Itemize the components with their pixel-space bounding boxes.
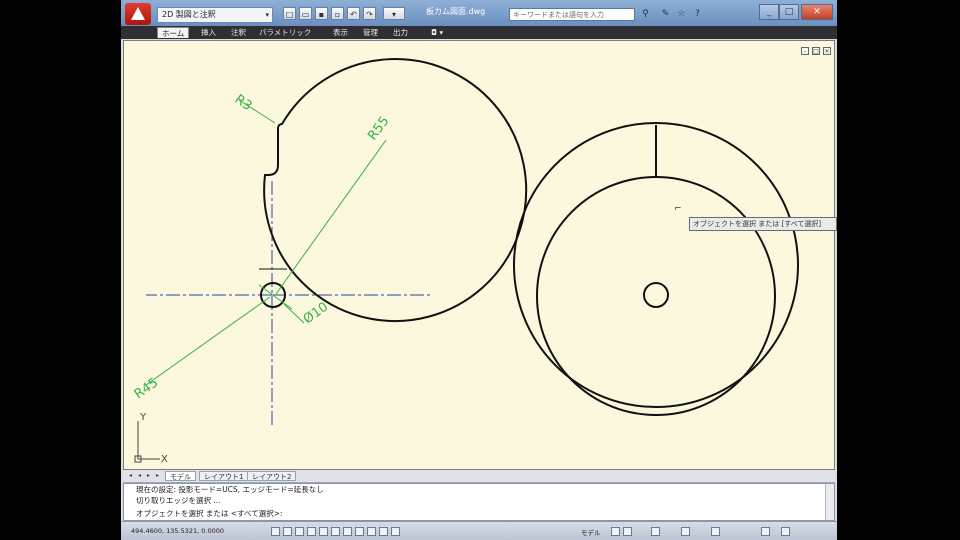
- last-tab-icon[interactable]: ▸: [154, 472, 161, 480]
- title-bar: 2D 製図と注釈 ▾ □ ▭ ▪ ▫ ↶ ↷ ▾ 板カム図面.dwg キーワード…: [121, 0, 837, 27]
- cam-profile[interactable]: [263, 58, 528, 323]
- tab-output[interactable]: 出力: [389, 27, 412, 38]
- wrench-icon[interactable]: ✎: [659, 8, 672, 21]
- close-button[interactable]: ✕: [801, 4, 833, 20]
- command-prompt[interactable]: オブジェクトを選択 または <すべて選択>:: [136, 509, 283, 519]
- maximize-button[interactable]: □: [779, 4, 799, 20]
- tab-parametric[interactable]: パラメトリック: [255, 27, 315, 38]
- quick-properties-icon[interactable]: [391, 527, 400, 536]
- d10-leader: [258, 284, 293, 310]
- annotation-scale-icon[interactable]: [651, 527, 660, 536]
- workspace-switch-icon[interactable]: [711, 527, 720, 536]
- selection-tooltip: オブジェクトを選択 または [すべて選択]: [689, 217, 837, 231]
- side-shaft-hole[interactable]: [643, 282, 669, 308]
- ucs-x-label: X: [161, 454, 168, 465]
- undo-icon[interactable]: ↶: [347, 7, 360, 20]
- workspace-dropdown[interactable]: 2D 製図と注釈 ▾: [157, 7, 273, 23]
- clean-screen-icon[interactable]: [781, 527, 790, 536]
- star-icon[interactable]: ☆: [675, 8, 688, 21]
- tab-manage[interactable]: 管理: [359, 27, 382, 38]
- quick-view-layouts-icon[interactable]: [611, 527, 620, 536]
- ucs-icon: Y X: [134, 412, 168, 465]
- lineweight-icon[interactable]: [367, 527, 376, 536]
- autocad-window: 2D 製図と注釈 ▾ □ ▭ ▪ ▫ ↶ ↷ ▾ 板カム図面.dwg キーワード…: [121, 0, 837, 540]
- qa-dropdown-icon[interactable]: ▾: [383, 7, 405, 20]
- minimize-button[interactable]: _: [759, 4, 779, 20]
- chevron-down-icon: ▾: [265, 11, 269, 19]
- otrack-icon[interactable]: [331, 527, 340, 536]
- help-icon[interactable]: ?: [691, 8, 704, 21]
- lock-icon[interactable]: [761, 527, 770, 536]
- dim-r55[interactable]: R55: [365, 114, 392, 143]
- r45-leader: [145, 296, 271, 386]
- annotation-visibility-icon[interactable]: [681, 527, 690, 536]
- command-history-line: 切り取りエッジを選択 ...: [136, 496, 221, 505]
- snap-icon[interactable]: [271, 527, 280, 536]
- open-icon[interactable]: ▭: [299, 7, 312, 20]
- dyn-icon[interactable]: [355, 527, 364, 536]
- cam-front-view[interactable]: R3 R55 Ø10 R45: [132, 51, 537, 426]
- document-title: 板カム図面.dwg: [426, 7, 486, 16]
- polar-icon[interactable]: [307, 527, 316, 536]
- transparency-icon[interactable]: [379, 527, 388, 536]
- drawing-svg: R3 R55 Ø10 R45 ⌐ Y X: [132, 51, 799, 465]
- save-icon[interactable]: ▪: [315, 7, 328, 20]
- drawing-area[interactable]: - □ × R3 R55 Ø10 R45 ⌐ Y X オブジェクトを選択 または…: [123, 40, 837, 470]
- first-tab-icon[interactable]: ◂: [127, 472, 134, 480]
- ortho-icon[interactable]: [295, 527, 304, 536]
- crosshair-cursor: ⌐: [674, 204, 682, 214]
- dim-r45[interactable]: R45: [132, 375, 162, 402]
- osnap-icon[interactable]: [319, 527, 328, 536]
- application-menu-icon[interactable]: [125, 3, 151, 25]
- tab-layout1[interactable]: レイアウト1: [199, 471, 249, 481]
- status-bar: 494.4600, 135.5321, 0.0000 モデル: [121, 521, 837, 540]
- tab-layout2[interactable]: レイアウト2: [247, 471, 297, 481]
- tab-view[interactable]: 表示: [329, 27, 352, 38]
- save-as-icon[interactable]: ▫: [331, 7, 344, 20]
- layout-tab-bar: ◂ ◂ ▸ ▸ モデル レイアウト1 レイアウト2: [123, 470, 835, 483]
- cam-side-view[interactable]: ⌐: [513, 122, 799, 416]
- cursor-coordinates: 494.4600, 135.5321, 0.0000: [131, 527, 225, 535]
- dim-r3[interactable]: R3: [232, 92, 255, 114]
- tab-annotate[interactable]: 注釈: [227, 27, 250, 38]
- redo-icon[interactable]: ↷: [363, 7, 376, 20]
- tab-model[interactable]: モデル: [165, 471, 196, 481]
- r55-leader: [275, 139, 387, 295]
- search-icon[interactable]: ⚲: [639, 8, 652, 21]
- tab-home[interactable]: ホーム: [157, 27, 190, 38]
- tab-insert[interactable]: 挿入: [197, 27, 220, 38]
- command-scrollbar[interactable]: [825, 484, 834, 520]
- model-space-toggle[interactable]: モデル: [581, 527, 601, 537]
- ducs-icon[interactable]: [343, 527, 352, 536]
- workspace-label: 2D 製図と注釈: [162, 10, 216, 19]
- new-icon[interactable]: □: [283, 7, 296, 20]
- dim-d10[interactable]: Ø10: [301, 300, 332, 328]
- prev-tab-icon[interactable]: ◂: [136, 472, 143, 480]
- d10-extension: [283, 303, 305, 324]
- command-line[interactable]: 現在の設定: 投影モード=UCS, エッジモード=延長なし 切り取りエッジを選択…: [123, 483, 835, 521]
- quick-view-drawings-icon[interactable]: [623, 527, 632, 536]
- ribbon-options-icon[interactable]: ◘ ▾: [427, 27, 447, 38]
- ucs-y-label: Y: [139, 412, 147, 423]
- grid-icon[interactable]: [283, 527, 292, 536]
- command-history-line: 現在の設定: 投影モード=UCS, エッジモード=延長なし: [136, 485, 324, 494]
- next-tab-icon[interactable]: ▸: [145, 472, 152, 480]
- search-input[interactable]: キーワードまたは語句を入力: [509, 8, 635, 21]
- ribbon-tab-bar: ホーム 挿入 注釈 パラメトリック 表示 管理 出力 ◘ ▾: [121, 26, 837, 39]
